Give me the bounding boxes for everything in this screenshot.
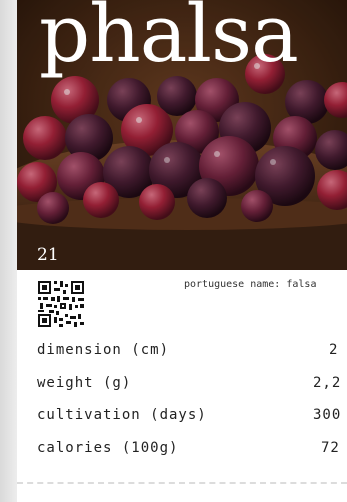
spec-label: calories (100g) bbox=[37, 439, 179, 456]
spec-list: dimension (cm) 2 weight (g) 2,2 cultivat… bbox=[37, 336, 347, 466]
page-background-edge bbox=[0, 0, 17, 502]
spec-row-weight: weight (g) 2,2 bbox=[37, 369, 347, 402]
spec-value: 2,2 bbox=[313, 374, 342, 391]
spec-row-dimension: dimension (cm) 2 bbox=[37, 336, 347, 369]
card-number: 21 bbox=[37, 245, 59, 265]
spec-value: 72 bbox=[321, 439, 340, 456]
portuguese-name: portuguese name: falsa bbox=[184, 279, 316, 290]
portuguese-name-value: falsa bbox=[286, 279, 317, 290]
qr-code-icon[interactable] bbox=[37, 280, 85, 328]
spec-label: dimension (cm) bbox=[37, 342, 170, 358]
spec-row-cultivation: cultivation (days) 300 bbox=[37, 401, 347, 434]
fruit-title: phalsa bbox=[39, 0, 299, 80]
portuguese-name-label: portuguese name: bbox=[184, 279, 281, 290]
spec-value: 2 bbox=[329, 342, 339, 358]
spec-value: 300 bbox=[313, 407, 342, 423]
spec-label: cultivation (days) bbox=[37, 407, 207, 423]
dashed-divider bbox=[17, 482, 347, 484]
spec-row-calories: calories (100g) 72 bbox=[37, 434, 347, 467]
spec-label: weight (g) bbox=[37, 374, 132, 391]
fruit-card: phalsa 21 portuguese name: falsa dimensi… bbox=[17, 0, 347, 502]
